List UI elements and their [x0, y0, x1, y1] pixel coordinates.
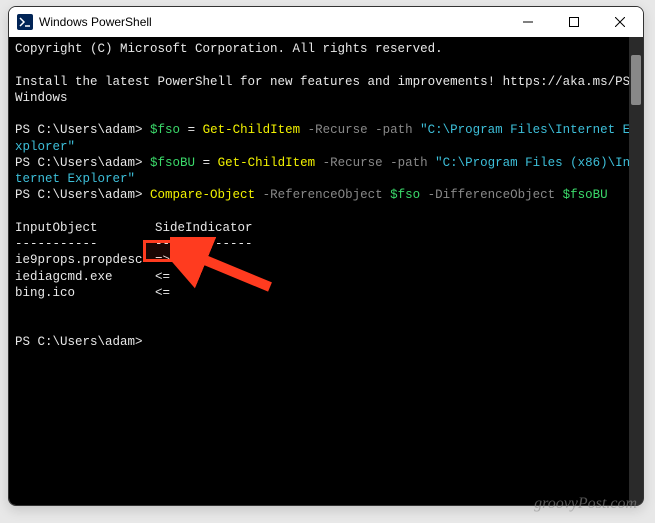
prompt-line: PS C:\Users\adam>	[15, 334, 637, 350]
minimize-button[interactable]	[505, 7, 551, 37]
powershell-window: Windows PowerShell Copyright (C) Microso…	[8, 6, 644, 506]
window-title: Windows PowerShell	[39, 15, 505, 29]
watermark: groovyPost.com	[534, 495, 637, 513]
maximize-button[interactable]	[551, 7, 597, 37]
cmd-line-2: PS C:\Users\adam> $fsoBU = Get-ChildItem…	[15, 155, 637, 188]
table-header: InputObjectSideIndicator	[15, 220, 637, 236]
close-button[interactable]	[597, 7, 643, 37]
table-divider: ------------------------	[15, 236, 637, 252]
cmd-line-3: PS C:\Users\adam> Compare-Object -Refere…	[15, 187, 637, 203]
cmd-line-1: PS C:\Users\adam> $fso = Get-ChildItem -…	[15, 122, 637, 155]
scrollbar-thumb[interactable]	[631, 55, 641, 105]
terminal-area[interactable]: Copyright (C) Microsoft Corporation. All…	[9, 37, 643, 505]
table-row: ie9props.propdesc=>	[15, 252, 637, 268]
install-msg-line: Install the latest PowerShell for new fe…	[15, 74, 637, 107]
table-row: bing.ico<=	[15, 285, 637, 301]
copyright-line: Copyright (C) Microsoft Corporation. All…	[15, 41, 637, 57]
powershell-icon	[17, 14, 33, 30]
titlebar[interactable]: Windows PowerShell	[9, 7, 643, 37]
window-controls	[505, 7, 643, 37]
table-row: iediagcmd.exe<=	[15, 269, 637, 285]
scrollbar[interactable]	[629, 37, 643, 505]
